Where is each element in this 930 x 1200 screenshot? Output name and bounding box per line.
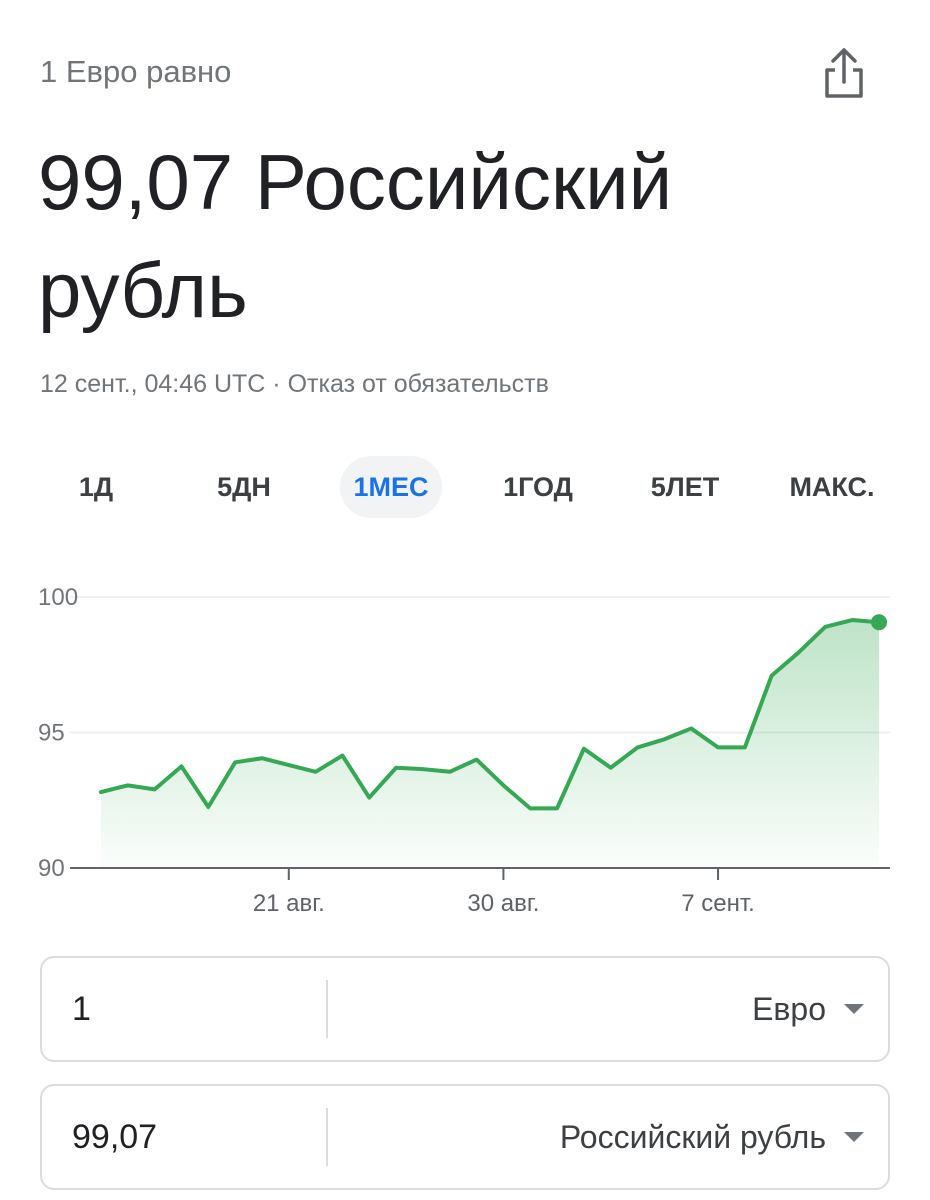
to-amount-input[interactable]: 99,07 [72, 1086, 157, 1188]
share-button[interactable] [820, 44, 868, 104]
x-tick-label: 21 авг. [253, 890, 325, 917]
tab-1d[interactable]: 1Д [46, 456, 146, 518]
share-icon [825, 48, 863, 98]
from-currency-field[interactable]: 1 Евро [40, 956, 890, 1062]
to-currency-field[interactable]: 99,07 Российский рубль [40, 1084, 890, 1190]
y-tick-label: 95 [38, 720, 65, 747]
tab-1y[interactable]: 1ГОД [486, 456, 590, 518]
conversion-subtitle: 1 Евро равно [40, 54, 232, 89]
field-divider [326, 980, 328, 1038]
from-currency-select[interactable]: Евро [752, 958, 826, 1060]
tab-5d[interactable]: 5ДН [194, 456, 294, 518]
y-tick-label: 90 [38, 855, 65, 882]
to-currency-select[interactable]: Российский рубль [560, 1086, 826, 1188]
timestamp-disclaimer: 12 сент., 04:46 UTC · Отказ от обязатель… [40, 370, 549, 398]
range-tabs: 1Д 5ДН 1МЕС 1ГОД 5ЛЕТ МАКС. [0, 456, 930, 520]
tab-max[interactable]: МАКС. [774, 456, 890, 518]
x-tick-label: 30 авг. [467, 890, 539, 917]
y-tick-label: 100 [38, 584, 78, 611]
caret-down-icon[interactable] [844, 1004, 864, 1014]
from-amount-input[interactable]: 1 [72, 958, 91, 1060]
chart-area-fill [101, 620, 879, 868]
caret-down-icon[interactable] [844, 1132, 864, 1142]
converted-amount-headline: 99,07 Российский рубль [38, 138, 673, 334]
exchange-rate-chart[interactable]: 90 95 100 21 авг. 30 авг. 7 сент. [0, 570, 930, 930]
tab-1m[interactable]: 1МЕС [340, 456, 442, 518]
current-value-point [871, 614, 887, 631]
x-tick-label: 7 сент. [681, 890, 755, 917]
field-divider [326, 1108, 328, 1166]
tab-5y[interactable]: 5ЛЕТ [634, 456, 736, 518]
